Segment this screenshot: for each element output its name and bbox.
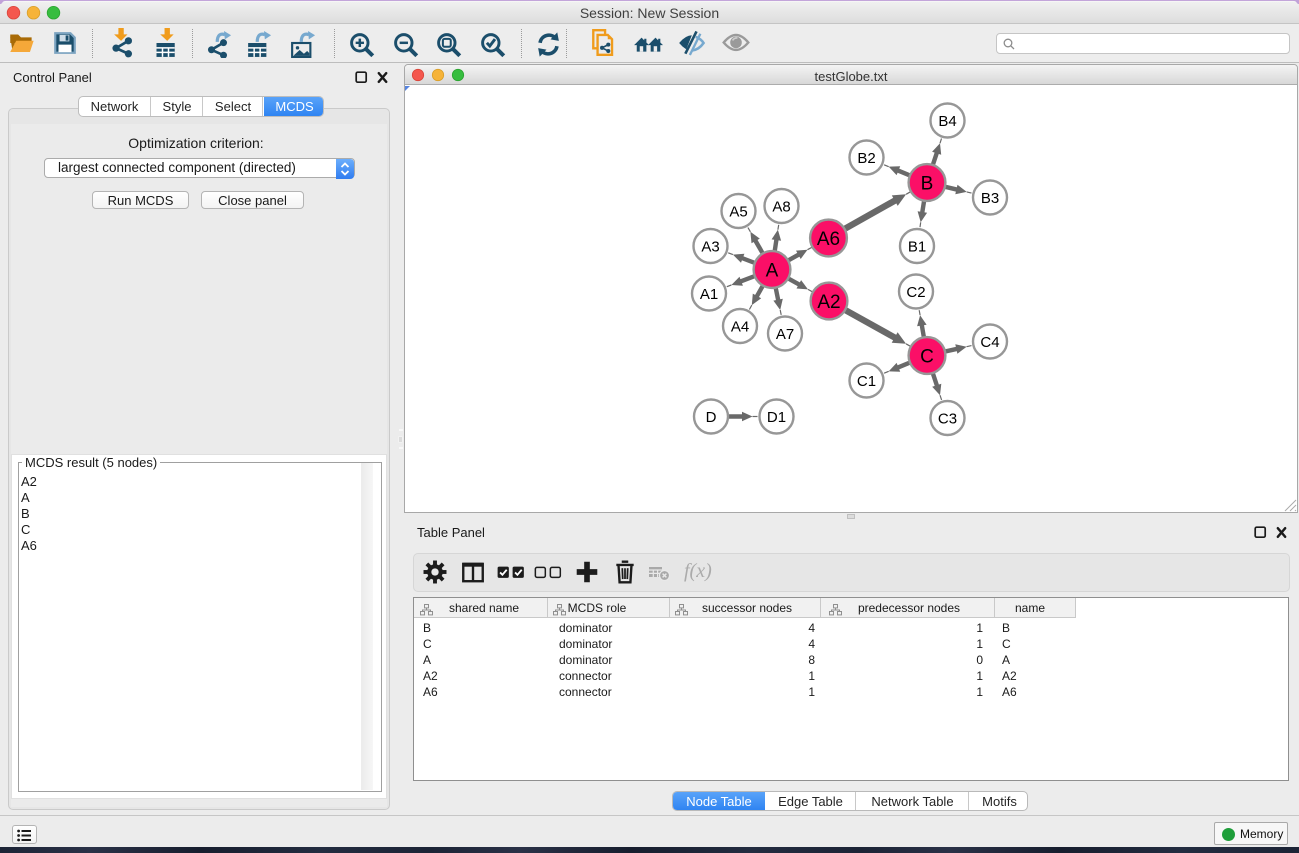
svg-text:C4: C4: [980, 334, 999, 351]
svg-text:B4: B4: [938, 113, 956, 130]
svg-text:A4: A4: [731, 318, 749, 335]
svg-text:D: D: [706, 409, 717, 426]
svg-text:A6: A6: [817, 229, 840, 250]
svg-text:A2: A2: [817, 292, 840, 313]
svg-text:A8: A8: [772, 198, 790, 215]
svg-text:D1: D1: [767, 409, 786, 426]
svg-text:C: C: [920, 346, 934, 367]
svg-text:A5: A5: [729, 203, 747, 220]
svg-text:B2: B2: [857, 150, 875, 167]
svg-text:A3: A3: [701, 238, 719, 255]
svg-text:B: B: [921, 173, 934, 194]
svg-text:A7: A7: [776, 326, 794, 343]
svg-text:C2: C2: [906, 284, 925, 301]
svg-text:C3: C3: [938, 410, 957, 427]
svg-text:B3: B3: [981, 190, 999, 207]
svg-text:A: A: [766, 260, 779, 281]
svg-text:A1: A1: [700, 286, 718, 303]
svg-text:C1: C1: [857, 373, 876, 390]
svg-text:B1: B1: [908, 238, 926, 255]
